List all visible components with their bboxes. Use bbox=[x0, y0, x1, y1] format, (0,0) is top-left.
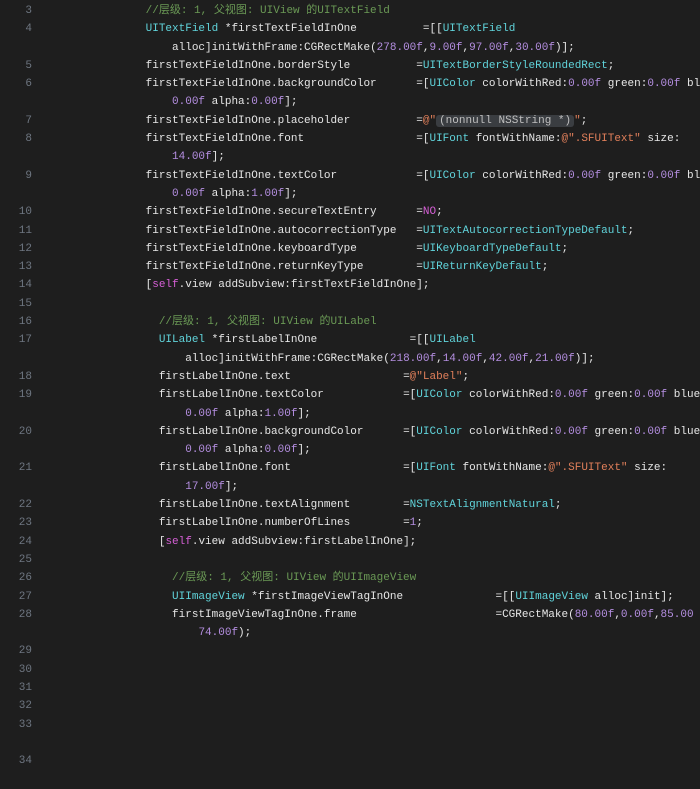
line-number: 33 bbox=[0, 716, 32, 734]
line-number: 28 bbox=[0, 606, 32, 624]
line-number: 17 bbox=[0, 331, 32, 349]
line-number: 4 bbox=[0, 20, 32, 38]
code-line[interactable] bbox=[40, 551, 700, 569]
line-number bbox=[0, 93, 32, 111]
code-line[interactable]: firstTextFieldInOne.borderStyle =UITextB… bbox=[40, 57, 700, 75]
line-number: 7 bbox=[0, 112, 32, 130]
code-line[interactable]: alloc]initWithFrame:CGRectMake(218.00f,1… bbox=[40, 350, 700, 368]
code-line[interactable]: UIImageView *firstImageViewTagInOne =[[U… bbox=[40, 588, 700, 606]
code-line[interactable] bbox=[40, 295, 700, 313]
code-line[interactable]: 14.00f]; bbox=[40, 148, 700, 166]
code-line[interactable]: //层级: 1, 父视图: UIView 的UIImageView bbox=[40, 569, 700, 587]
line-number: 18 bbox=[0, 368, 32, 386]
line-number bbox=[0, 770, 32, 788]
line-number: 27 bbox=[0, 588, 32, 606]
line-number: 34 bbox=[0, 752, 32, 770]
code-line[interactable]: UITextField *firstTextFieldInOne =[[UITe… bbox=[40, 20, 700, 38]
line-number bbox=[0, 405, 32, 423]
code-line[interactable]: UILabel *firstLabelInOne =[[UILabel bbox=[40, 331, 700, 349]
line-number bbox=[0, 624, 32, 642]
line-number bbox=[0, 734, 32, 752]
line-number: 30 bbox=[0, 661, 32, 679]
code-line[interactable]: firstImageViewTagInOne.frame =CGRectMake… bbox=[40, 606, 700, 624]
code-line[interactable]: firstTextFieldInOne.autocorrectionType =… bbox=[40, 222, 700, 240]
line-number: 10 bbox=[0, 203, 32, 221]
code-line[interactable]: [self.view addSubview:firstLabelInOne]; bbox=[40, 533, 700, 551]
code-line[interactable]: firstLabelInOne.textAlignment =NSTextAli… bbox=[40, 496, 700, 514]
placeholder-hint[interactable]: (nonnull NSString *) bbox=[436, 115, 574, 127]
code-line[interactable]: alloc]initWithFrame:CGRectMake(278.00f,9… bbox=[40, 39, 700, 57]
code-line[interactable]: firstTextFieldInOne.returnKeyType =UIRet… bbox=[40, 258, 700, 276]
code-line[interactable]: firstLabelInOne.font =[UIFont fontWithNa… bbox=[40, 459, 700, 477]
code-line[interactable]: firstLabelInOne.text =@"Label"; bbox=[40, 368, 700, 386]
line-number: 23 bbox=[0, 514, 32, 532]
line-number: 14 bbox=[0, 276, 32, 294]
line-number: 25 bbox=[0, 551, 32, 569]
line-number: 22 bbox=[0, 496, 32, 514]
code-line[interactable]: firstTextFieldInOne.backgroundColor =[UI… bbox=[40, 75, 700, 93]
line-number: 20 bbox=[0, 423, 32, 441]
line-number: 24 bbox=[0, 533, 32, 551]
line-number: 13 bbox=[0, 258, 32, 276]
line-number bbox=[0, 478, 32, 496]
line-number bbox=[0, 39, 32, 57]
line-number bbox=[0, 441, 32, 459]
code-line[interactable]: firstTextFieldInOne.font =[UIFont fontWi… bbox=[40, 130, 700, 148]
line-number: 31 bbox=[0, 679, 32, 697]
code-line[interactable]: 0.00f alpha:0.00f]; bbox=[40, 441, 700, 459]
code-line[interactable]: firstTextFieldInOne.placeholder =@"(nonn… bbox=[40, 112, 700, 130]
line-number: 21 bbox=[0, 459, 32, 477]
line-number: 19 bbox=[0, 386, 32, 404]
line-number: 3 bbox=[0, 2, 32, 20]
code-line[interactable]: 74.00f); bbox=[40, 624, 700, 642]
code-line[interactable]: //层级: 1, 父视图: UIView 的UITextField bbox=[40, 2, 700, 20]
line-number: 26 bbox=[0, 569, 32, 587]
line-number bbox=[0, 148, 32, 166]
code-line[interactable]: firstLabelInOne.numberOfLines =1; bbox=[40, 514, 700, 532]
line-number: 5 bbox=[0, 57, 32, 75]
code-line[interactable]: 17.00f]; bbox=[40, 478, 700, 496]
code-line[interactable]: 0.00f alpha:1.00f]; bbox=[40, 185, 700, 203]
line-number: 32 bbox=[0, 697, 32, 715]
code-line[interactable]: firstLabelInOne.textColor =[UIColor colo… bbox=[40, 386, 700, 404]
code-line[interactable]: //层级: 1, 父视图: UIView 的UILabel bbox=[40, 313, 700, 331]
code-line[interactable]: firstTextFieldInOne.secureTextEntry =NO; bbox=[40, 203, 700, 221]
line-number: 29 bbox=[0, 642, 32, 660]
code-editor[interactable]: //层级: 1, 父视图: UIView 的UITextField UIText… bbox=[40, 0, 700, 642]
code-line[interactable]: firstTextFieldInOne.keyboardType =UIKeyb… bbox=[40, 240, 700, 258]
line-number: 12 bbox=[0, 240, 32, 258]
code-line[interactable]: 0.00f alpha:1.00f]; bbox=[40, 405, 700, 423]
line-number: 15 bbox=[0, 295, 32, 313]
line-number bbox=[0, 185, 32, 203]
code-line[interactable]: firstLabelInOne.backgroundColor =[UIColo… bbox=[40, 423, 700, 441]
line-number bbox=[0, 350, 32, 368]
line-number: 16 bbox=[0, 313, 32, 331]
code-line[interactable]: firstTextFieldInOne.textColor =[UIColor … bbox=[40, 167, 700, 185]
line-number: 6 bbox=[0, 75, 32, 93]
code-line[interactable]: 0.00f alpha:0.00f]; bbox=[40, 93, 700, 111]
line-number: 8 bbox=[0, 130, 32, 148]
line-number: 9 bbox=[0, 167, 32, 185]
line-gutter: 3456789101112131415161718192021222324252… bbox=[0, 0, 40, 642]
line-number: 11 bbox=[0, 222, 32, 240]
code-line[interactable]: [self.view addSubview:firstTextFieldInOn… bbox=[40, 276, 700, 294]
